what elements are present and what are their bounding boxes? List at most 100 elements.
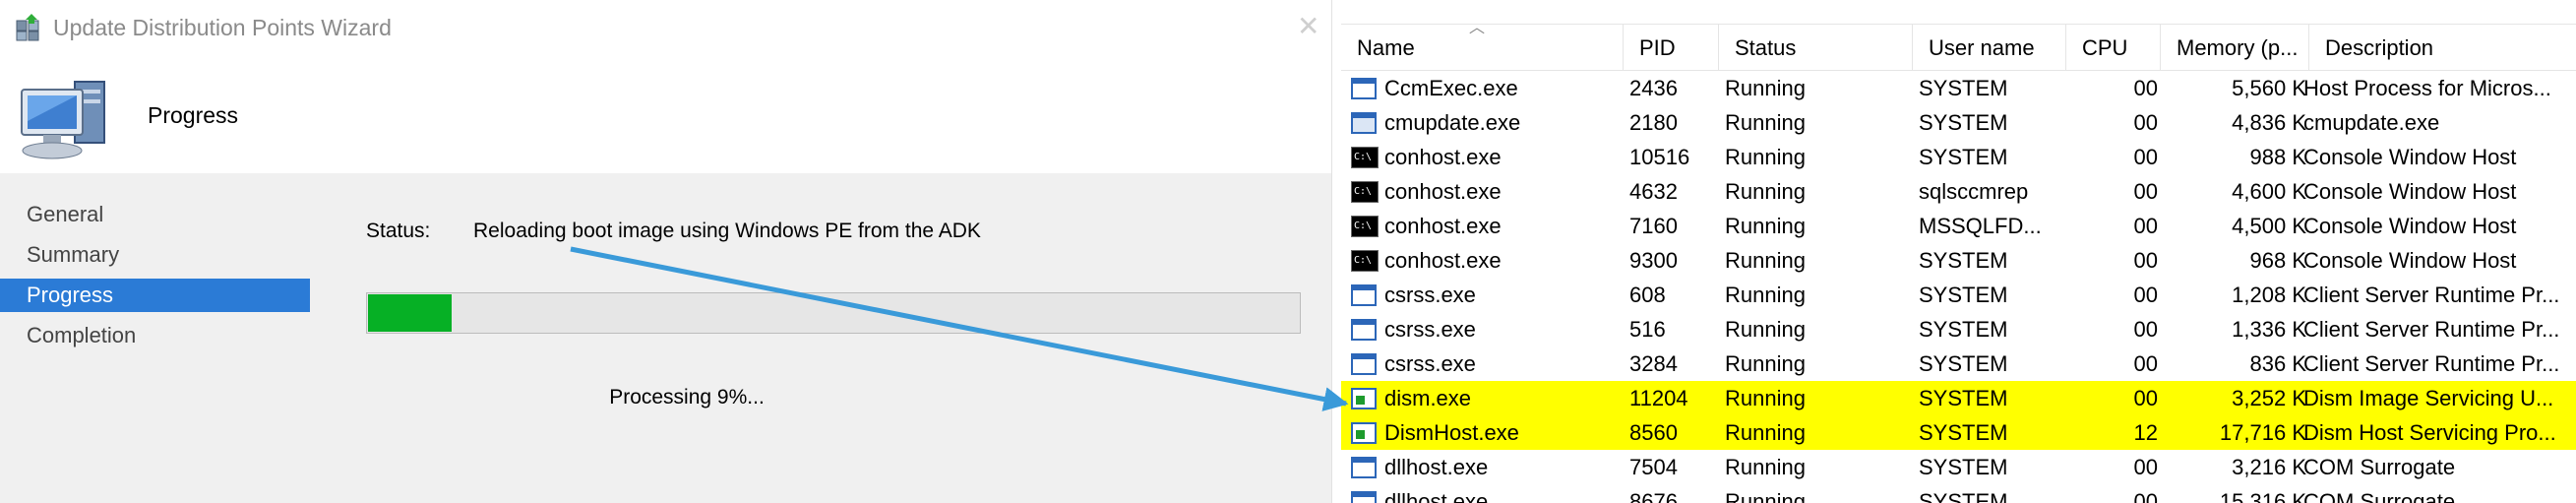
window-icon [1349,319,1379,341]
process-status: Running [1725,386,1806,410]
close-icon[interactable]: ✕ [1297,12,1319,41]
dism-icon [1349,388,1379,409]
process-row[interactable]: cmupdate.exe 2180 Running SYSTEM 00 4,836 Kcm… [1341,105,2576,140]
process-description: Console Window Host [2303,145,2517,169]
process-cpu: 00 [2133,110,2158,135]
process-row[interactable]: dism.exe 11204 Running SYSTEM 00 3,252 K Dism … [1341,381,2576,415]
process-name: dllhost.exe [1384,489,1489,503]
process-status: Running [1725,214,1806,238]
process-description: Client Server Runtime Pr... [2303,317,2560,342]
nav-item-general[interactable]: General [0,198,310,231]
wizard-header: Progress [0,55,1331,173]
process-user: SYSTEM [1919,489,2008,503]
wizard-title: Update Distribution Points Wizard [53,15,392,40]
process-user: SYSTEM [1919,145,2008,169]
process-cpu: 12 [2133,420,2158,445]
page-title: Progress [148,102,239,128]
process-memory: 15,316 K [2219,489,2306,503]
process-description: Console Window Host [2303,179,2517,204]
column-header-description[interactable]: Description [2309,25,2576,71]
wizard-title-bar: Update Distribution Points Wizard ✕ [0,0,1331,55]
installer-icon [1349,112,1379,134]
status-value: Reloading boot image using Windows PE fr… [473,220,981,242]
process-status: Running [1725,420,1806,445]
process-row[interactable]: dllhost.exe 7504 Running SYSTEM 00 3,216 K COM… [1341,450,2576,484]
process-description: COM Surrogate [2303,455,2456,479]
process-description: Console Window Host [2303,214,2517,238]
column-header-pid[interactable]: PID [1624,25,1719,71]
process-memory: 968 K [2249,248,2307,273]
process-row[interactable]: C:\ conhost.exe 7160 Running MSSQLFD... 00 4,5… [1341,209,2576,243]
nav-item-progress[interactable]: Progress [0,279,310,312]
process-cpu: 00 [2133,351,2158,376]
update-dp-wizard: Update Distribution Points Wizard ✕ Prog… [0,0,1331,503]
column-header-name[interactable]: ︿ Name [1341,25,1624,71]
processing-text: Processing 9%... [609,386,765,409]
window-icon [1349,457,1379,478]
process-name: csrss.exe [1384,351,1476,376]
process-status: Running [1725,110,1806,135]
process-name: csrss.exe [1384,317,1476,342]
nav-item-summary[interactable]: Summary [0,238,310,272]
process-description: Console Window Host [2303,248,2517,273]
progress-bar [366,292,1301,334]
process-row[interactable]: CcmExec.exe 2436 Running SYSTEM 00 5,560 K Hos… [1341,71,2576,105]
process-user: SYSTEM [1919,110,2008,135]
process-description: Dism Image Servicing U... [2303,386,2554,410]
process-pid: 11204 [1629,386,1688,410]
process-pid: 10516 [1629,145,1690,169]
column-header-cpu[interactable]: CPU [2066,25,2161,71]
process-memory: 3,252 K [2232,386,2306,410]
process-status: Running [1725,179,1806,204]
process-user: SYSTEM [1919,386,2008,410]
process-description: COM Surrogate [2303,489,2456,503]
process-pid: 608 [1629,283,1666,307]
column-header-user[interactable]: User name [1913,25,2066,71]
process-description: Dism Host Servicing Pro... [2303,420,2556,445]
window-icon [1349,284,1379,306]
process-name: csrss.exe [1384,283,1476,307]
process-user: SYSTEM [1919,317,2008,342]
process-row[interactable]: C:\ conhost.exe 9300 Running SYSTEM 00 968 K Co… [1341,243,2576,278]
nav-item-completion[interactable]: Completion [0,319,310,352]
window-icon [1349,353,1379,375]
process-status: Running [1725,248,1806,273]
process-cpu: 00 [2133,248,2158,273]
wizard-steps-nav: General Summary Progress Completion [0,173,313,503]
process-row[interactable]: DismHost.exe 8560 Running SYSTEM 12 17,716 KD… [1341,415,2576,450]
process-row[interactable]: csrss.exe 516 Running SYSTEM 00 1,336 K Client… [1341,312,2576,346]
process-status: Running [1725,489,1806,503]
process-pid: 8676 [1629,489,1678,503]
column-header-status[interactable]: Status [1719,25,1913,71]
process-status: Running [1725,351,1806,376]
process-row[interactable]: csrss.exe 3284 Running SYSTEM 00 836 K Client … [1341,346,2576,381]
process-pid: 7160 [1629,214,1678,238]
process-row[interactable]: dllhost.exe 8676 Running SYSTEM 00 15,316 K CO… [1341,484,2576,503]
process-cpu: 00 [2133,386,2158,410]
process-pid: 3284 [1629,351,1678,376]
process-memory: 4,836 K [2232,110,2306,135]
console-icon: C:\ [1349,216,1379,237]
process-memory: 1,336 K [2232,317,2306,342]
process-name: conhost.exe [1384,179,1502,204]
process-row[interactable]: csrss.exe 608 Running SYSTEM 00 1,208 K Client… [1341,278,2576,312]
process-name: cmupdate.exe [1384,110,1521,135]
process-cpu: 00 [2133,455,2158,479]
column-header-memory[interactable]: Memory (p... [2161,25,2309,71]
computer-icon [21,81,105,159]
process-cpu: 00 [2133,214,2158,238]
process-row[interactable]: C:\ conhost.exe 10516 Running SYSTEM 00 988 KC… [1341,140,2576,174]
process-name: dism.exe [1384,386,1472,410]
process-status: Running [1725,145,1806,169]
process-pid: 7504 [1629,455,1678,479]
process-memory: 4,500 K [2232,214,2306,238]
process-user: SYSTEM [1919,351,2008,376]
process-description: Host Process for Micros... [2303,76,2551,100]
process-cpu: 00 [2133,317,2158,342]
wizard-content: Status: Reloading boot image using Windo… [313,173,1331,503]
process-row[interactable]: C:\ conhost.exe 4632 Running sqlsccmrep 00 4,6… [1341,174,2576,209]
process-status: Running [1725,283,1806,307]
process-status: Running [1725,455,1806,479]
process-description: Client Server Runtime Pr... [2303,351,2560,376]
process-user: sqlsccmrep [1919,179,2029,204]
